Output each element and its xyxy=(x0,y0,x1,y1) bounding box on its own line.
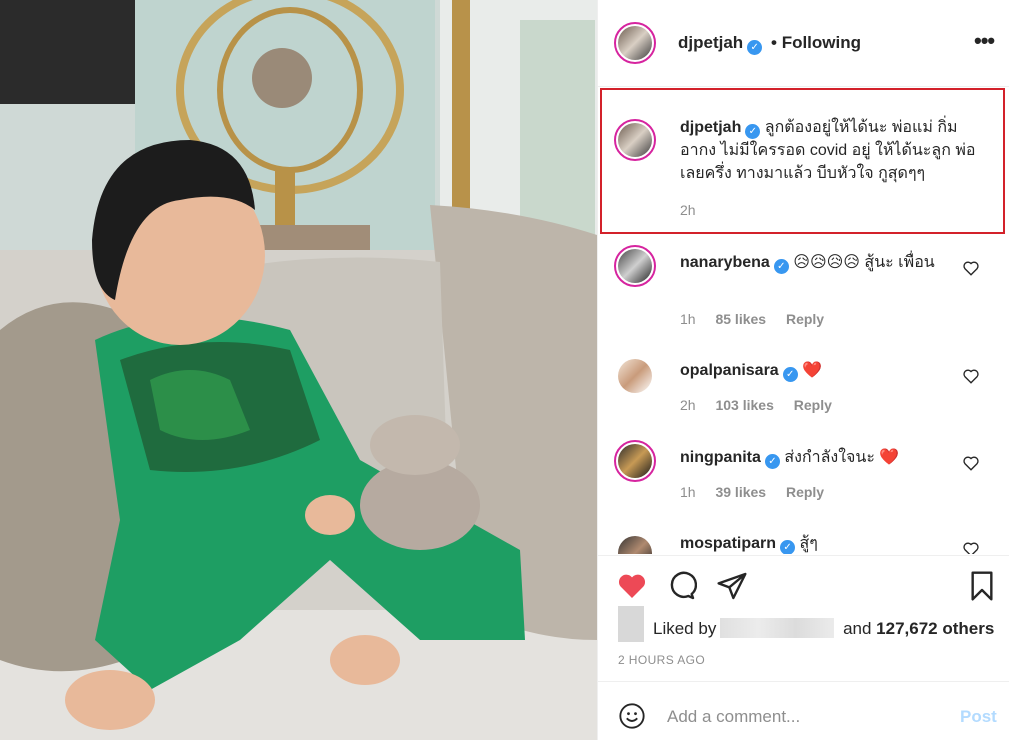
comment-likes[interactable]: 85 likes xyxy=(715,311,766,327)
reply-button[interactable]: Reply xyxy=(794,397,832,413)
comment-like-icon[interactable] xyxy=(962,259,980,277)
comment-meta: 2h 103 likes Reply xyxy=(680,397,848,413)
comment-likes[interactable]: 39 likes xyxy=(715,484,766,500)
verified-icon: ✓ xyxy=(782,367,798,382)
verified-icon: ✓ xyxy=(773,259,789,274)
header-username-text[interactable]: djpetjah xyxy=(678,33,743,52)
comment-text: ส่งกำลังใจนะ ❤️ xyxy=(784,449,900,466)
heart-icon[interactable] xyxy=(616,570,648,602)
comment-like-icon[interactable] xyxy=(962,454,980,472)
comment-bar: Add a comment... Post xyxy=(598,681,1009,741)
comment-meta: 1h 39 likes Reply xyxy=(680,484,840,500)
caption-text-block: djpetjah ✓ ลูกต้องอยู่ให้ได้นะ พ่อแม่ กิ่… xyxy=(680,116,980,185)
liker-name-blurred[interactable] xyxy=(720,618,835,638)
more-icon[interactable]: ••• xyxy=(974,28,995,54)
reply-button[interactable]: Reply xyxy=(786,484,824,500)
comment-meta: 1h 85 likes Reply xyxy=(680,311,840,327)
verified-icon: ✓ xyxy=(764,454,780,469)
avatar[interactable] xyxy=(614,22,656,64)
verified-icon: ✓ xyxy=(747,40,763,55)
comment-like-icon[interactable] xyxy=(962,367,980,385)
header-username[interactable]: djpetjah ✓ xyxy=(678,33,763,55)
separator-dot: • xyxy=(771,33,777,52)
comment-avatar[interactable] xyxy=(614,245,656,287)
post-header: djpetjah ✓ • Following ••• xyxy=(598,0,1009,87)
comment-text-block: opalpanisara ✓ ❤️ xyxy=(680,359,955,382)
comment-text: 😥😥😥😥 สู้นะ เพื่อน xyxy=(793,254,935,271)
post-sidebar: djpetjah ✓ • Following ••• djpetjah ✓ ลูกต… xyxy=(597,0,1009,740)
comment-time[interactable]: 1h xyxy=(680,484,696,500)
comment-icon[interactable] xyxy=(665,570,697,602)
comment-avatar[interactable] xyxy=(614,440,656,482)
post-button[interactable]: Post xyxy=(960,707,997,727)
comment-likes[interactable]: 103 likes xyxy=(715,397,773,413)
post-photo[interactable] xyxy=(0,0,597,740)
comment-text-block: ningpanita ✓ ส่งกำลังใจนะ ❤️ xyxy=(680,446,955,469)
comment-text-block: mospatiparn ✓ สู้ๆ xyxy=(680,532,955,554)
share-icon[interactable] xyxy=(716,570,748,602)
caption-meta: 2h xyxy=(680,202,712,218)
comment-avatar[interactable] xyxy=(614,532,656,554)
likes-prefix: Liked by xyxy=(653,619,717,638)
photo-illustration xyxy=(0,0,597,740)
comment-text: ❤️ xyxy=(802,362,823,379)
comment-item: mospatiparn ✓ สู้ๆ xyxy=(598,532,1009,554)
caption-avatar[interactable] xyxy=(614,119,656,161)
comment-like-icon[interactable] xyxy=(962,540,980,554)
emoji-icon[interactable] xyxy=(618,702,646,730)
likes-and: and xyxy=(843,619,872,638)
comment-time[interactable]: 1h xyxy=(680,311,696,327)
bookmark-icon[interactable] xyxy=(966,570,998,602)
comment-avatar[interactable] xyxy=(614,355,656,397)
post-timestamp[interactable]: 2 HOURS AGO xyxy=(618,653,705,667)
comment-username[interactable]: ningpanita xyxy=(680,449,761,466)
verified-icon: ✓ xyxy=(780,540,796,554)
following-button[interactable]: • Following xyxy=(771,33,861,53)
following-label[interactable]: Following xyxy=(782,33,861,52)
comment-username[interactable]: nanarybena xyxy=(680,254,770,271)
comment-time[interactable]: 2h xyxy=(680,397,696,413)
comment-username[interactable]: mospatiparn xyxy=(680,535,776,552)
verified-icon: ✓ xyxy=(745,124,761,139)
comment-username[interactable]: opalpanisara xyxy=(680,362,779,379)
likes-count[interactable]: 127,672 others xyxy=(876,619,994,638)
comment-input[interactable]: Add a comment... xyxy=(667,707,800,727)
instagram-post: djpetjah ✓ • Following ••• djpetjah ✓ ลูกต… xyxy=(0,0,1009,740)
caption-username[interactable]: djpetjah xyxy=(680,119,741,136)
comment-text: สู้ๆ xyxy=(799,535,818,552)
likes-summary: Liked by and 127,672 others xyxy=(653,618,994,639)
caption-time[interactable]: 2h xyxy=(680,202,696,218)
comment-text-block: nanarybena ✓ 😥😥😥😥 สู้นะ เพื่อน xyxy=(680,251,955,274)
liker-avatar[interactable] xyxy=(618,606,644,642)
reply-button[interactable]: Reply xyxy=(786,311,824,327)
